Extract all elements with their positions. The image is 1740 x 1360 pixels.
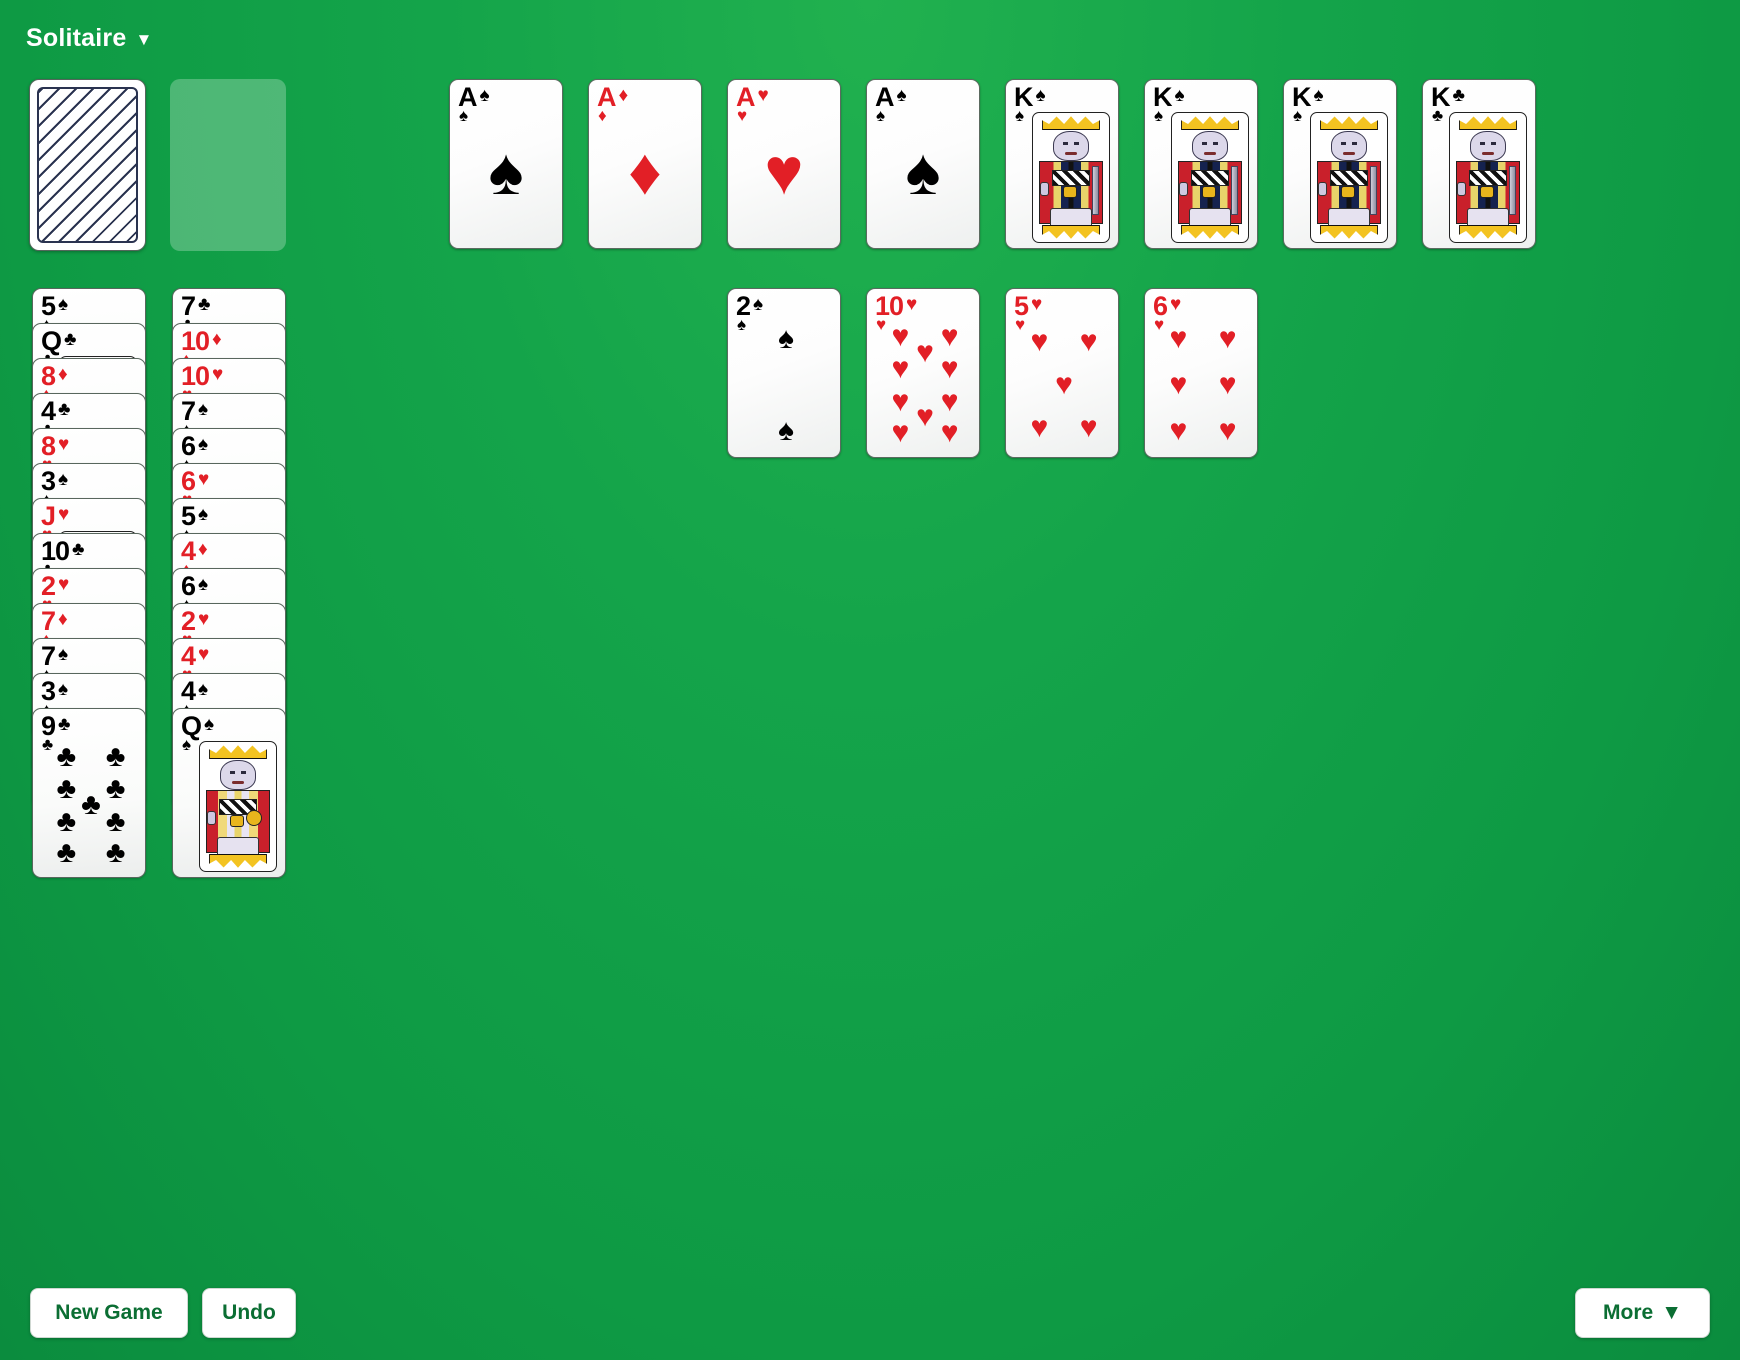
chevron-down-icon: ▼ bbox=[1661, 1301, 1682, 1324]
foundation-card-8[interactable]: K ♣ ♣ bbox=[1422, 79, 1536, 249]
court-figure bbox=[1032, 112, 1110, 243]
card-suit-icon: ♦ bbox=[618, 85, 629, 106]
card-suit-icon: ♠ bbox=[198, 679, 209, 700]
crown-icon bbox=[1181, 225, 1239, 239]
crown-icon bbox=[1459, 225, 1517, 239]
card-back-pattern bbox=[37, 87, 138, 243]
card-suit-icon: ♠ bbox=[204, 714, 215, 735]
solitaire-board: Solitaire ▼ A ♠ ♠ ♠ A ♦ ♦ ♦ A ♥ ♥ ♥ A ♠ ♠ ♠ K ♠ ♠ K ♠ ♠ K ♠ ♠ K ♣ ♣… bbox=[0, 0, 1740, 1360]
crown-icon bbox=[1459, 116, 1517, 130]
card-pip-grid: ♥♥♥♥♥♥♥♥♥♥ bbox=[891, 320, 959, 449]
face bbox=[1191, 131, 1229, 161]
card-suit-icon: ♣ bbox=[198, 294, 211, 315]
more-label: More bbox=[1603, 1301, 1654, 1324]
face bbox=[1469, 131, 1507, 161]
free-cell-card-2[interactable]: 10 ♥ ♥ ♥ ♥ ♥ ♥ ♥ ♥ ♥ ♥ ♥ ♥ bbox=[866, 288, 980, 458]
crown-icon bbox=[1042, 225, 1100, 239]
crown-icon bbox=[1320, 225, 1378, 239]
card-suit-icon: ♦ bbox=[212, 329, 222, 350]
card-suit-icon: ♠ bbox=[896, 85, 907, 106]
crown-icon bbox=[1181, 116, 1239, 130]
card-suit-icon: ♠ bbox=[905, 134, 941, 208]
card-suit-icon: ♦ bbox=[628, 134, 662, 208]
undo-button[interactable]: Undo bbox=[202, 1288, 296, 1338]
crown-icon bbox=[1320, 116, 1378, 130]
new-game-button[interactable]: New Game bbox=[30, 1288, 188, 1338]
crown-icon bbox=[209, 854, 267, 868]
foundation-card-7[interactable]: K ♠ ♠ bbox=[1283, 79, 1397, 249]
card-corner-index: A ♥ ♥ bbox=[736, 84, 769, 125]
court-figure bbox=[1449, 112, 1527, 243]
card-suit-icon: ♥ bbox=[1031, 294, 1043, 315]
card-suit-icon: ♠ bbox=[1035, 85, 1046, 106]
card-corner-index: A ♦ ♦ bbox=[597, 84, 629, 125]
card-suit-icon: ♠ bbox=[198, 434, 209, 455]
card-suit-icon: ♣ bbox=[64, 329, 77, 350]
tableau-column-2-card-13[interactable]: Q ♠ ♠ bbox=[172, 708, 286, 878]
card-suit-icon: ♠ bbox=[753, 294, 764, 315]
foundation-card-3[interactable]: A ♥ ♥ ♥ bbox=[727, 79, 841, 249]
card-pip-grid: ♥ ♥ ♥ ♥ ♥ bbox=[1030, 324, 1098, 445]
card-suit-icon: ♠ bbox=[1174, 85, 1185, 106]
card-suit-icon: ♠ bbox=[198, 399, 209, 420]
card-suit-icon: ♠ bbox=[1313, 85, 1324, 106]
court-figure bbox=[199, 741, 277, 872]
face bbox=[219, 760, 257, 790]
card-suit-icon: ♥ bbox=[198, 469, 210, 490]
card-suit-icon: ♥ bbox=[1170, 294, 1182, 315]
card-suit-icon: ♠ bbox=[479, 85, 490, 106]
page-title: Solitaire bbox=[26, 24, 127, 52]
card-pip-grid: ♠ ♠ bbox=[778, 322, 794, 447]
face bbox=[1330, 131, 1368, 161]
card-suit-icon: ♠ bbox=[58, 469, 69, 490]
foundation-card-4[interactable]: A ♠ ♠ ♠ bbox=[866, 79, 980, 249]
foundation-card-6[interactable]: K ♠ ♠ bbox=[1144, 79, 1258, 249]
card-suit-icon: ♦ bbox=[198, 539, 208, 560]
free-cell-card-4[interactable]: 6 ♥ ♥ ♥ ♥ ♥ ♥ ♥ ♥ bbox=[1144, 288, 1258, 458]
crown-icon bbox=[209, 745, 267, 759]
card-suit-icon: ♠ bbox=[488, 134, 524, 208]
card-suit-icon: ♥ bbox=[757, 85, 769, 106]
card-suit-icon: ♥ bbox=[58, 574, 70, 595]
card-suit-icon: ♣ bbox=[1452, 85, 1465, 106]
card-suit-icon: ♦ bbox=[58, 609, 68, 630]
card-suit-icon: ♠ bbox=[198, 574, 209, 595]
card-pip-grid: ♣ ♣ ♣ ♣ ♣ ♣ ♣ ♣ ♣ bbox=[56, 740, 126, 869]
card-suit-icon: ♣ bbox=[72, 539, 85, 560]
free-cell-card-3[interactable]: 5 ♥ ♥ ♥ ♥ ♥ ♥ ♥ bbox=[1005, 288, 1119, 458]
card-corner-index: A ♠ ♠ bbox=[875, 84, 907, 125]
card-suit-icon: ♥ bbox=[58, 504, 70, 525]
card-suit-icon: ♠ bbox=[58, 644, 69, 665]
card-suit-icon: ♠ bbox=[58, 679, 69, 700]
card-suit-icon: ♠ bbox=[58, 294, 69, 315]
card-suit-icon: ♦ bbox=[58, 364, 68, 385]
card-suit-icon: ♥ bbox=[58, 434, 70, 455]
card-suit-icon: ♥ bbox=[198, 609, 210, 630]
card-pip-grid: ♥♥♥♥♥♥ bbox=[1169, 322, 1237, 447]
card-suit-icon: ♣ bbox=[58, 399, 71, 420]
card-suit-icon: ♥ bbox=[212, 364, 224, 385]
face bbox=[1052, 131, 1090, 161]
game-title-menu[interactable]: Solitaire ▼ bbox=[26, 24, 152, 53]
card-suit-icon: ♣ bbox=[58, 714, 71, 735]
court-figure bbox=[1310, 112, 1388, 243]
card-corner-index: A ♠ ♠ bbox=[458, 84, 490, 125]
free-cell-card-1[interactable]: 2 ♠ ♠ ♠ ♠ bbox=[727, 288, 841, 458]
tableau-column-1-card-13[interactable]: 9 ♣ ♣ ♣ ♣ ♣ ♣ ♣ ♣ ♣ ♣ ♣ bbox=[32, 708, 146, 878]
card-suit-icon: ♥ bbox=[198, 644, 210, 665]
waste-pile[interactable] bbox=[170, 79, 286, 251]
card-suit-icon: ♠ bbox=[198, 504, 209, 525]
foundation-card-2[interactable]: A ♦ ♦ ♦ bbox=[588, 79, 702, 249]
crown-icon bbox=[1042, 116, 1100, 130]
court-figure bbox=[1171, 112, 1249, 243]
stock-pile[interactable] bbox=[29, 79, 146, 251]
card-suit-icon: ♥ bbox=[906, 294, 918, 315]
foundation-card-1[interactable]: A ♠ ♠ ♠ bbox=[449, 79, 563, 249]
card-suit-icon: ♥ bbox=[764, 134, 804, 208]
more-button[interactable]: More ▼ bbox=[1575, 1288, 1710, 1338]
chevron-down-icon: ▼ bbox=[135, 30, 153, 49]
foundation-card-5[interactable]: K ♠ ♠ bbox=[1005, 79, 1119, 249]
